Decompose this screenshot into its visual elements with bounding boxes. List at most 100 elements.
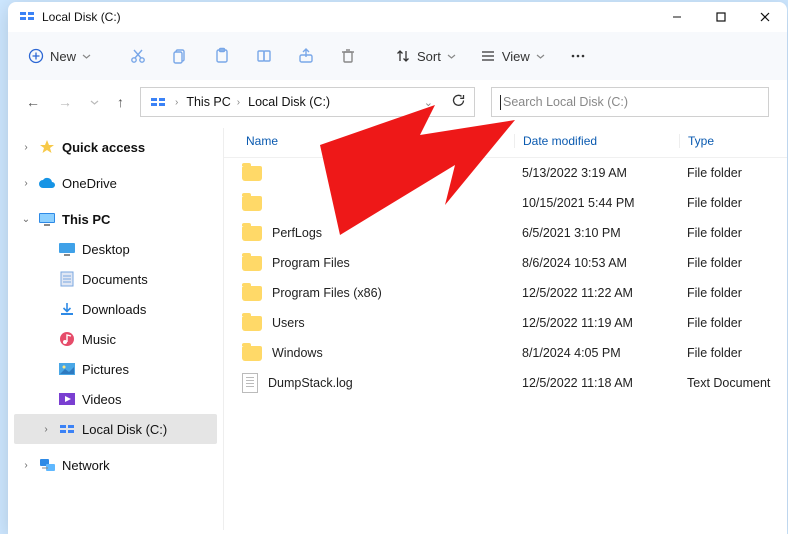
sidebar-label: Documents — [82, 272, 148, 287]
new-label: New — [50, 49, 76, 64]
search-box[interactable]: Search Local Disk (C:) — [491, 87, 769, 117]
table-row[interactable]: 5/13/2022 3:19 AMFile folder — [224, 158, 787, 188]
sidebar-desktop[interactable]: Desktop — [14, 234, 217, 264]
breadcrumb-current[interactable]: Local Disk (C:) — [248, 95, 330, 109]
sidebar-videos[interactable]: Videos — [14, 384, 217, 414]
file-list: Name Date modified Type 5/13/2022 3:19 A… — [224, 124, 787, 534]
refresh-button[interactable] — [451, 93, 466, 111]
share-button[interactable] — [287, 41, 325, 71]
sidebar-label: Pictures — [82, 362, 129, 377]
desktop-icon — [58, 240, 76, 258]
column-name[interactable]: Name — [224, 134, 514, 148]
column-headers: Name Date modified Type — [224, 124, 787, 158]
table-row[interactable]: 10/15/2021 5:44 PMFile folder — [224, 188, 787, 218]
sidebar-label: Downloads — [82, 302, 146, 317]
file-type: File folder — [679, 286, 787, 300]
cloud-icon — [38, 174, 56, 192]
sidebar-pictures[interactable]: Pictures — [14, 354, 217, 384]
toolbar: New Sort View — [8, 32, 787, 80]
file-date: 8/1/2024 4:05 PM — [514, 346, 679, 360]
drive-icon — [58, 420, 76, 438]
breadcrumb-root[interactable]: This PC› — [186, 95, 240, 109]
delete-button[interactable] — [329, 41, 367, 71]
chevron-down-icon: ⌄ — [20, 213, 32, 225]
file-name: Users — [272, 316, 305, 330]
sidebar-music[interactable]: Music — [14, 324, 217, 354]
file-type: File folder — [679, 226, 787, 240]
back-button[interactable]: ← — [26, 94, 40, 110]
forward-button[interactable]: → — [58, 94, 72, 110]
video-icon — [58, 390, 76, 408]
up-button[interactable]: ↑ — [117, 94, 124, 110]
sidebar-downloads[interactable]: Downloads — [14, 294, 217, 324]
sidebar-quick-access[interactable]: › Quick access — [14, 132, 217, 162]
monitor-icon — [38, 210, 56, 228]
sort-label: Sort — [417, 49, 441, 64]
chevron-right-icon: › — [40, 423, 52, 435]
cut-button[interactable] — [119, 41, 157, 71]
sidebar-label: This PC — [62, 212, 110, 227]
dropdown-icon[interactable]: ⌄ — [424, 96, 433, 109]
table-row[interactable]: PerfLogs6/5/2021 3:10 PMFile folder — [224, 218, 787, 248]
sidebar-local-disk[interactable]: › Local Disk (C:) — [14, 414, 217, 444]
view-button[interactable]: View — [470, 42, 555, 70]
column-type[interactable]: Type — [679, 134, 787, 148]
navigation-row: ← → ↑ › This PC› Local Disk (C:) ⌄ Searc… — [8, 80, 787, 124]
folder-icon — [242, 286, 262, 301]
file-type: Text Document — [679, 376, 787, 390]
file-name: PerfLogs — [272, 226, 322, 240]
view-label: View — [502, 49, 530, 64]
drive-icon — [20, 9, 34, 26]
body: › Quick access › OneDrive ⌄ This PC — [8, 124, 787, 534]
file-date: 12/5/2022 11:22 AM — [514, 286, 679, 300]
sidebar-this-pc[interactable]: ⌄ This PC — [14, 204, 217, 234]
sidebar-label: Network — [62, 458, 110, 473]
text-caret — [500, 95, 501, 110]
table-row[interactable]: Program Files (x86) 12/5/2022 11:22 AMFil… — [224, 278, 787, 308]
maximize-button[interactable] — [699, 2, 743, 32]
file-name: Windows — [272, 346, 323, 360]
recent-button[interactable] — [90, 94, 99, 110]
folder-icon — [242, 196, 262, 211]
sidebar: › Quick access › OneDrive ⌄ This PC — [8, 124, 223, 534]
chevron-right-icon: › — [20, 459, 32, 471]
music-icon — [58, 330, 76, 348]
titlebar: Local Disk (C:) — [8, 2, 787, 32]
file-name: Program Files (x86) — [272, 286, 382, 300]
address-bar[interactable]: › This PC› Local Disk (C:) ⌄ — [140, 87, 475, 117]
copy-button[interactable] — [161, 41, 199, 71]
close-button[interactable] — [743, 2, 787, 32]
file-type: File folder — [679, 166, 787, 180]
file-date: 5/13/2022 3:19 AM — [514, 166, 679, 180]
table-row[interactable]: Program Files 8/6/2024 10:53 AMFile folde… — [224, 248, 787, 278]
minimize-button[interactable] — [655, 2, 699, 32]
folder-icon — [242, 316, 262, 331]
sidebar-label: Music — [82, 332, 116, 347]
sidebar-onedrive[interactable]: › OneDrive — [14, 168, 217, 198]
sort-button[interactable]: Sort — [385, 42, 466, 70]
file-date: 8/6/2024 10:53 AM — [514, 256, 679, 270]
table-row[interactable]: DumpStack.log12/5/2022 11:18 AMText Docu… — [224, 368, 787, 398]
chevron-right-icon: › — [20, 177, 32, 189]
new-button[interactable]: New — [18, 42, 101, 70]
sidebar-documents[interactable]: Documents — [14, 264, 217, 294]
document-icon — [58, 270, 76, 288]
file-icon — [242, 373, 258, 393]
table-row[interactable]: Users12/5/2022 11:19 AMFile folder — [224, 308, 787, 338]
paste-button[interactable] — [203, 41, 241, 71]
file-date: 12/5/2022 11:19 AM — [514, 316, 679, 330]
file-name: Program Files — [272, 256, 350, 270]
folder-icon — [242, 166, 262, 181]
folder-icon — [242, 346, 262, 361]
column-date[interactable]: Date modified — [514, 134, 679, 148]
rename-button[interactable] — [245, 41, 283, 71]
file-type: File folder — [679, 256, 787, 270]
search-placeholder: Search Local Disk (C:) — [503, 95, 628, 109]
chevron-right-icon: › — [20, 141, 32, 153]
file-name: DumpStack.log — [268, 376, 353, 390]
sidebar-network[interactable]: › Network — [14, 450, 217, 480]
table-row[interactable]: Windows8/1/2024 4:05 PMFile folder — [224, 338, 787, 368]
explorer-window: Local Disk (C:) New Sort View — [8, 2, 787, 534]
more-button[interactable] — [559, 41, 597, 71]
picture-icon — [58, 360, 76, 378]
